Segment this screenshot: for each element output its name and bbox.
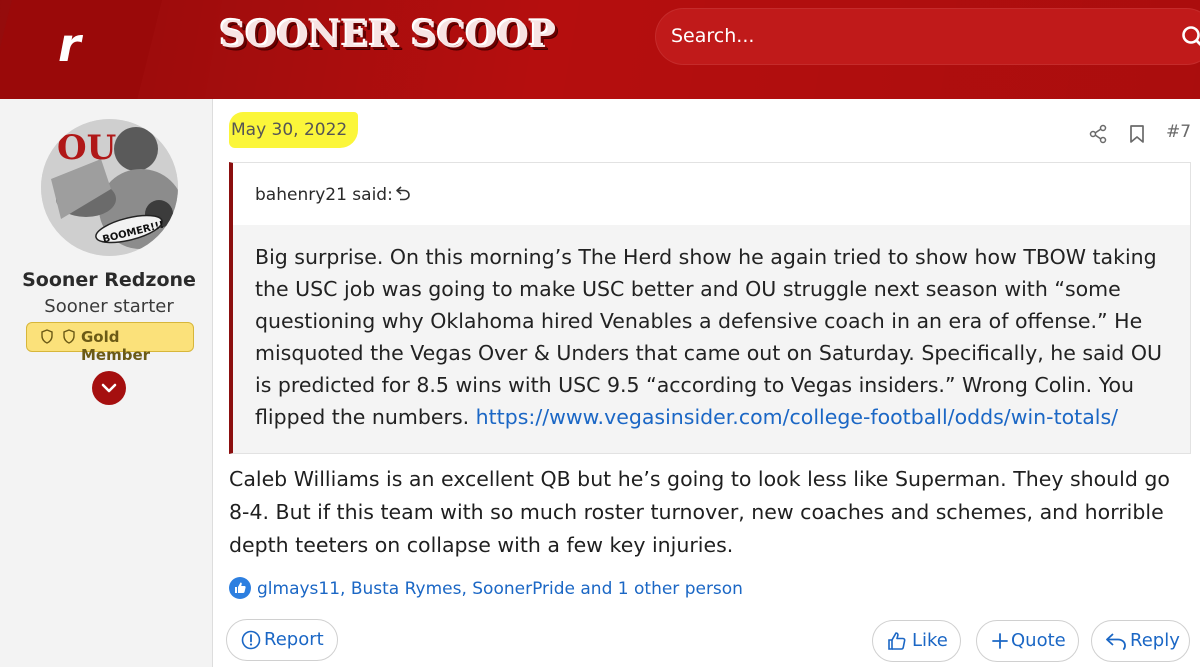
quote-author[interactable]: bahenry21 said: [255, 185, 393, 205]
expand-user-button[interactable] [92, 371, 126, 405]
reply-arrow-icon [1106, 633, 1126, 650]
search-icon[interactable] [1180, 24, 1200, 50]
badge-label: Gold Member [81, 328, 151, 364]
quote-header: bahenry21 said: [233, 163, 1190, 225]
user-title: Sooner starter [44, 296, 174, 317]
alert-icon [241, 630, 261, 650]
thumbs-up-icon [888, 632, 906, 650]
report-label: Report [264, 629, 324, 650]
quote-link[interactable]: https://www.vegasinsider.com/college-foo… [476, 405, 1118, 429]
quote-text: Big surprise. On this morning’s The Herd… [255, 241, 1175, 433]
avatar-image: OU BOOMER!!! [41, 119, 178, 256]
plus-icon [992, 633, 1008, 649]
chevron-down-icon [101, 383, 117, 393]
reply-button[interactable]: Reply [1091, 620, 1190, 662]
like-label: Like [912, 630, 948, 651]
share-icon[interactable] [1088, 124, 1108, 144]
site-brand[interactable]: SOONER SCOOP [220, 14, 556, 56]
quote-body-text: Big surprise. On this morning’s The Herd… [255, 245, 1162, 429]
quote-block: bahenry21 said: Big surprise. On this mo… [229, 162, 1191, 454]
quote-button[interactable]: Quote [976, 620, 1079, 662]
post-number-link[interactable]: #7 [1166, 122, 1191, 142]
username[interactable]: Sooner Redzone [0, 269, 218, 291]
search-placeholder: Search... [671, 25, 755, 47]
post-body: Caleb Williams is an excellent QB but he… [229, 467, 1170, 557]
shield-icon [41, 329, 53, 344]
like-button[interactable]: Like [872, 620, 961, 662]
reaction-users[interactable]: glmays11, Busta Rymes, SoonerPride and 1… [257, 579, 743, 599]
quote-label: Quote [1011, 630, 1066, 651]
reply-label: Reply [1130, 630, 1180, 651]
report-button[interactable]: Report [226, 619, 338, 661]
bookmark-icon[interactable] [1128, 124, 1146, 144]
search-input[interactable]: Search... [655, 8, 1200, 65]
shield-icon [63, 329, 75, 344]
reply-arrow-icon[interactable] [395, 185, 411, 201]
site-logo[interactable]: r [58, 18, 81, 72]
logo-band [0, 0, 162, 99]
thumbs-up-icon [229, 577, 251, 599]
user-sidebar: OU BOOMER!!! Sooner Redzone Sooner start… [0, 99, 213, 667]
site-header: r SOONER SCOOP Search... [0, 0, 1200, 99]
avatar[interactable]: OU BOOMER!!! [41, 119, 178, 256]
svg-text:OU: OU [57, 128, 116, 168]
member-badge: Gold Member [26, 322, 194, 364]
post-date[interactable]: May 30, 2022 [229, 112, 358, 148]
